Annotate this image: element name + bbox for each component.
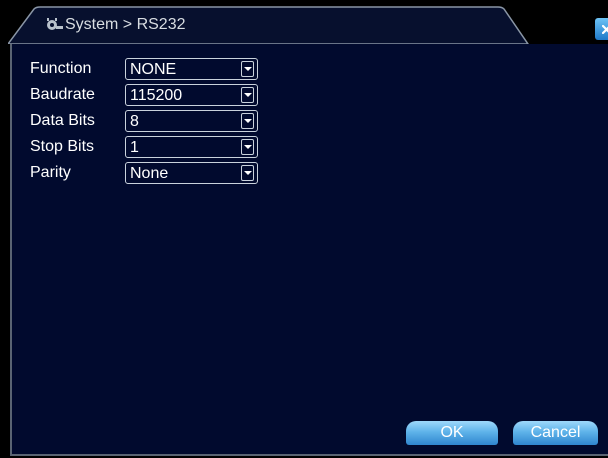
data-bits-select[interactable]: 8 <box>125 110 258 132</box>
chevron-down-icon[interactable] <box>241 139 254 155</box>
baudrate-select[interactable]: 115200 <box>125 84 258 106</box>
close-button[interactable] <box>595 18 608 40</box>
baudrate-value: 115200 <box>130 87 183 104</box>
stop-bits-label: Stop Bits <box>30 138 95 155</box>
function-value: NONE <box>130 61 177 78</box>
title-bar: System > RS232 <box>8 6 608 44</box>
parity-value: None <box>130 165 169 182</box>
parity-label: Parity <box>30 164 71 181</box>
settings-panel: Function NONE Baudrate 115200 Data Bits … <box>10 44 608 456</box>
function-label: Function <box>30 60 92 77</box>
ok-button[interactable]: OK <box>406 421 498 445</box>
chevron-down-icon[interactable] <box>241 61 254 77</box>
function-select[interactable]: NONE <box>125 58 258 80</box>
chevron-down-icon[interactable] <box>241 113 254 129</box>
data-bits-value: 8 <box>130 113 139 130</box>
stop-bits-select[interactable]: 1 <box>125 136 258 158</box>
chevron-down-icon[interactable] <box>241 165 254 181</box>
cancel-button[interactable]: Cancel <box>513 421 598 445</box>
baudrate-label: Baudrate <box>30 86 95 103</box>
rs232-settings-dialog: System > RS232 Function NONE Baudrate 11… <box>0 0 608 458</box>
parity-select[interactable]: None <box>125 162 258 184</box>
stop-bits-value: 1 <box>130 139 139 156</box>
data-bits-label: Data Bits <box>30 112 95 129</box>
chevron-down-icon[interactable] <box>241 87 254 103</box>
close-x-icon <box>602 25 608 34</box>
window-title: System > RS232 <box>65 16 186 33</box>
system-gear-icon <box>44 17 64 33</box>
